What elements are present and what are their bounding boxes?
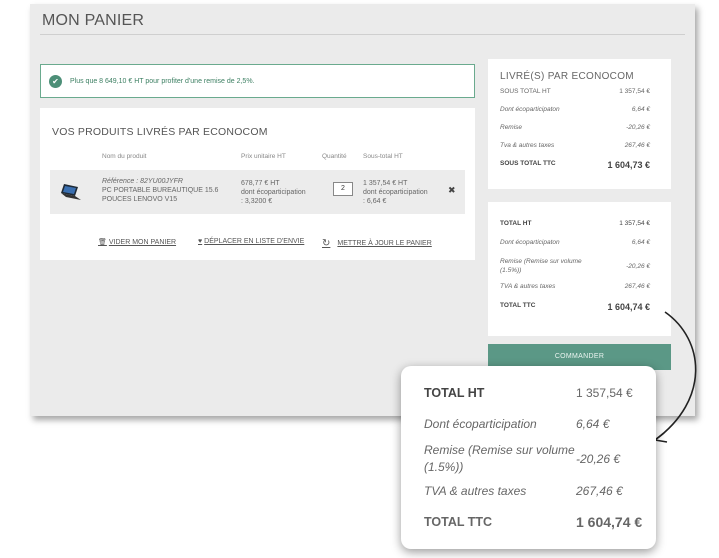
callout-row: TVA & autres taxes 267,46 € bbox=[424, 484, 623, 498]
callout-row: Dont écoparticipation 6,64 € bbox=[424, 417, 610, 431]
callout-row: Remise (Remise sur volume (1.5%)) -20,26… bbox=[424, 443, 621, 474]
totals-callout: TOTAL HT 1 357,54 € Dont écoparticipatio… bbox=[401, 366, 656, 549]
callout-row: TOTAL HT 1 357,54 € bbox=[424, 386, 633, 400]
callout-row: TOTAL TTC 1 604,74 € bbox=[424, 514, 643, 530]
